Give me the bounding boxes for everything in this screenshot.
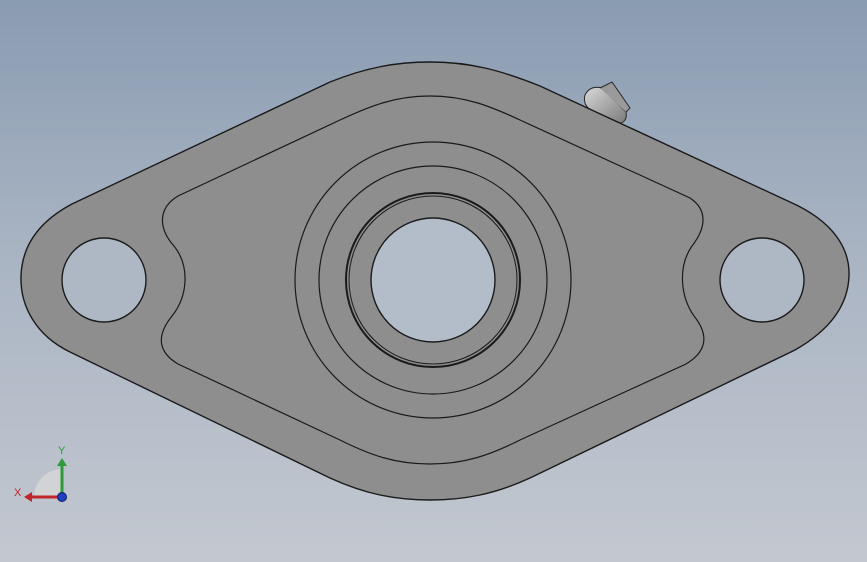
flange-bearing-model[interactable] (0, 0, 867, 562)
center-bore-hole[interactable] (370, 217, 496, 343)
left-bolt-hole[interactable] (61, 237, 147, 323)
y-axis-label: Y (58, 445, 66, 457)
graphics-viewport[interactable]: Y X (0, 0, 867, 562)
triad-plane (34, 469, 62, 497)
x-axis-label: X (14, 487, 22, 499)
right-bolt-hole[interactable] (719, 237, 805, 323)
reference-triad: Y X (14, 445, 67, 502)
z-axis-icon (57, 492, 67, 502)
